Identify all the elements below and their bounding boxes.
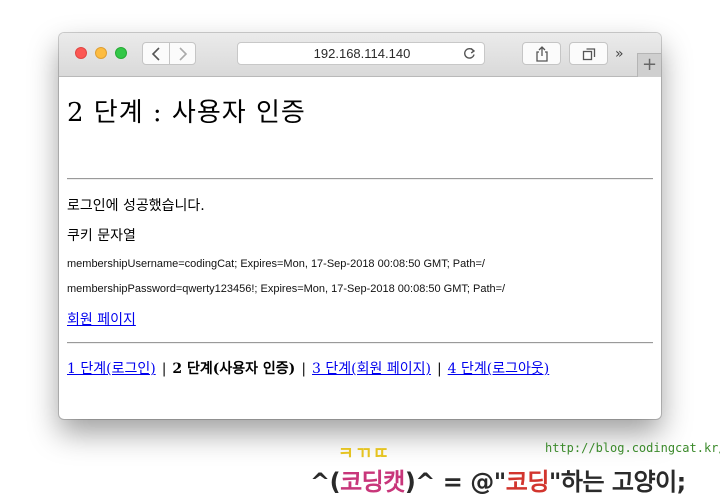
address-bar[interactable]: 192.168.114.140 — [237, 42, 485, 65]
show-tabs-button[interactable] — [569, 42, 608, 65]
share-button[interactable] — [522, 42, 561, 65]
tabs-overview-icon — [582, 48, 596, 61]
step-2-current: 2 단계(사용자 인증) — [172, 361, 296, 377]
watermark-coding: 코딩 — [505, 468, 550, 496]
back-button[interactable] — [143, 43, 169, 64]
address-url: 192.168.114.140 — [313, 46, 411, 61]
step-separator: | — [301, 361, 307, 377]
chevron-left-icon — [151, 47, 160, 61]
forward-button[interactable] — [170, 43, 196, 64]
watermark-suffix: "하는 고양이; — [548, 468, 686, 496]
share-icon — [536, 46, 548, 62]
step-separator: | — [161, 361, 167, 377]
divider-bottom — [67, 342, 653, 344]
watermark-top-text: ㅋㄲㄸ — [338, 444, 391, 464]
step-1-link[interactable]: 1 단계(로그인) — [67, 361, 156, 377]
navigation-buttons — [142, 42, 196, 65]
page-title: 2 단계 : 사용자 인증 — [67, 98, 306, 128]
close-window-button[interactable] — [75, 47, 87, 59]
member-page-link[interactable]: 회원 페이지 — [67, 312, 136, 328]
zoom-window-button[interactable] — [115, 47, 127, 59]
cookie-password: membershipPassword=qwerty123456!; Expire… — [67, 283, 506, 295]
browser-window: 192.168.114.140 » + 2 단계 : 사용자 인증 로그인에 성… — [59, 33, 661, 419]
watermark-main-text: ^(코딩캣)^ = @"코딩"하는 고양이; — [310, 462, 686, 497]
watermark-middle: )^ = @" — [404, 468, 506, 496]
minimize-window-button[interactable] — [95, 47, 107, 59]
login-success-message: 로그인에 성공했습니다. — [67, 198, 205, 214]
watermark-prefix: ^( — [310, 468, 341, 496]
chevron-right-icon — [179, 47, 188, 61]
browser-toolbar: 192.168.114.140 » + — [59, 33, 661, 77]
watermark-blog-url: http://blog.codingcat.kr/ — [545, 441, 720, 455]
step-navigation: 1 단계(로그인) | 2 단계(사용자 인증) | 3 단계(회원 페이지) | 4 단계… — [67, 358, 549, 378]
page-content: 2 단계 : 사용자 인증 로그인에 성공했습니다. 쿠키 문자열 member… — [59, 78, 661, 419]
cookie-username: membershipUsername=codingCat; Expires=Mo… — [67, 258, 485, 270]
step-4-link[interactable]: 4 단계(로그아웃) — [448, 361, 550, 377]
watermark-name: 코딩캣 — [340, 468, 405, 496]
step-3-link[interactable]: 3 단계(회원 페이지) — [312, 361, 431, 377]
step-separator: | — [436, 361, 442, 377]
toolbar-overflow-icon[interactable]: » — [615, 45, 633, 63]
reload-icon[interactable] — [463, 47, 476, 60]
divider-top — [67, 178, 653, 180]
member-page-link-wrap: 회원 페이지 — [67, 309, 136, 329]
new-tab-button[interactable]: + — [637, 53, 661, 77]
cookie-string-label: 쿠키 문자열 — [67, 228, 136, 244]
